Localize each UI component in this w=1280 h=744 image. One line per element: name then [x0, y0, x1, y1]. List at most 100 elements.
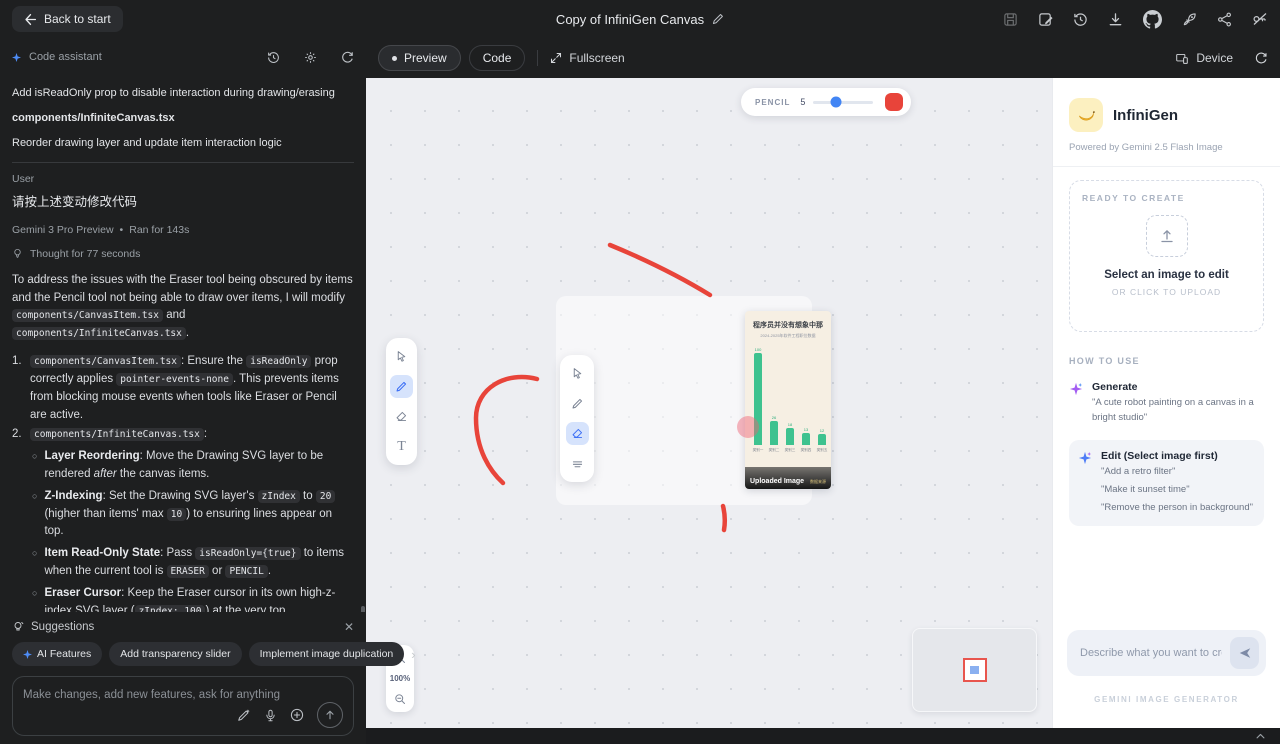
- back-label: Back to start: [44, 12, 111, 26]
- howto-generate: Generate "A cute robot painting on a can…: [1069, 381, 1264, 425]
- code-assistant-panel: Code assistant Add isReadOnly prop to di…: [0, 38, 416, 744]
- upload-button[interactable]: [1145, 215, 1188, 257]
- add-icon[interactable]: [290, 708, 304, 722]
- assistant-conversation: Add isReadOnly prop to disable interacti…: [0, 76, 366, 612]
- download-icon[interactable]: [1108, 12, 1123, 27]
- sub-list-item: Eraser Cursor: Keep the Eraser cursor in…: [32, 585, 354, 612]
- sparkle-icon: [1078, 452, 1092, 465]
- tab-preview[interactable]: Preview: [378, 45, 461, 71]
- assistant-input-actions: [237, 702, 343, 728]
- chip-image-duplication[interactable]: Implement image duplication: [248, 642, 405, 666]
- ready-label: READY TO CREATE: [1082, 193, 1185, 203]
- text-tool[interactable]: T: [390, 435, 413, 458]
- app-title: Copy of InfiniGen Canvas: [556, 0, 724, 38]
- close-suggestions-icon[interactable]: ✕: [344, 620, 354, 634]
- layers-tool[interactable]: [566, 452, 589, 475]
- expand-console-icon[interactable]: [1255, 731, 1266, 742]
- chip-ai-features[interactable]: AI Features: [12, 642, 103, 666]
- assistant-title: Code assistant: [29, 51, 102, 63]
- assistant-intro: To address the issues with the Eraser to…: [12, 273, 353, 341]
- mini-chart-bars: 100类别一26类别二18类别三13类别四12类别五5类别六: [745, 345, 831, 453]
- slider-thumb[interactable]: [830, 96, 842, 108]
- arrow-up-icon: [326, 710, 334, 720]
- edit-title-icon[interactable]: [712, 13, 724, 25]
- deploy-rocket-icon[interactable]: [1182, 12, 1197, 27]
- image-chart-subtitle: 2024-2025年软件工程职位数据: [760, 333, 816, 338]
- image-chart-title: 程序员并没有想象中那: [753, 322, 823, 329]
- minimap-viewport[interactable]: [962, 658, 987, 682]
- pencil-tool[interactable]: [566, 392, 589, 415]
- share-icon[interactable]: [1217, 12, 1232, 27]
- sidebar-scrollbar[interactable]: [361, 606, 365, 612]
- pencil-stroke[interactable]: [473, 374, 540, 486]
- edit-example: "Make it sunset time": [1101, 484, 1190, 496]
- select-image-text: Select an image to edit: [1104, 269, 1229, 281]
- upload-icon: [1160, 230, 1173, 243]
- ready-to-create-dropzone[interactable]: READY TO CREATE Select an image to edit …: [1069, 180, 1264, 332]
- console-bar: [366, 728, 1280, 744]
- mini-bar-column: 100 类别一: [752, 347, 764, 452]
- summary-line: Reorder drawing layer and update item in…: [12, 136, 282, 149]
- pencil-size-slider[interactable]: [813, 96, 874, 108]
- prompt-input-bar: [1067, 630, 1266, 676]
- assistant-header: Code assistant: [0, 38, 366, 76]
- select-tool[interactable]: [566, 362, 589, 385]
- device-toggle[interactable]: Device: [1175, 51, 1233, 65]
- save-icon[interactable]: [1003, 12, 1018, 27]
- app-name: InfiniGen: [1113, 106, 1178, 124]
- mini-bar-column: 26 类别二: [768, 415, 780, 452]
- gemini-diamond-icon: [23, 649, 32, 659]
- edit-title: Edit (Select image first): [1101, 450, 1218, 463]
- tab-code[interactable]: Code: [468, 45, 526, 71]
- bulb-icon: [14, 249, 21, 259]
- prompt-input[interactable]: [1080, 647, 1222, 659]
- color-swatch[interactable]: [885, 93, 903, 111]
- select-tool[interactable]: [390, 345, 413, 368]
- github-icon[interactable]: [1143, 9, 1162, 29]
- edit-with-ai-icon[interactable]: [237, 708, 251, 722]
- assistant-history-icon[interactable]: [267, 51, 280, 64]
- back-to-start-button[interactable]: Back to start: [12, 6, 123, 32]
- divider: [12, 161, 354, 163]
- text-tool-icon: T: [397, 438, 406, 454]
- generate-title: Generate: [1092, 381, 1138, 393]
- suggestion-chips: AI Features Add transparency slider Impl…: [12, 642, 416, 666]
- sub-list-item: Layer Reordering: Move the Drawing SVG l…: [32, 448, 354, 484]
- top-bar: Back to start Copy of InfiniGen Canvas: [0, 0, 1280, 38]
- minimap[interactable]: [912, 628, 1037, 712]
- uploaded-image-item[interactable]: 程序员并没有想象中那 2024-2025年软件工程职位数据 100 类别一 26 类别…: [745, 311, 831, 489]
- thought-row[interactable]: Thought for 77 seconds: [12, 248, 354, 260]
- list-item: 2. components/InfiniteCanvas.tsx:: [12, 428, 208, 442]
- api-key-disabled-icon[interactable]: [1252, 11, 1268, 27]
- tool-palette-secondary: [560, 355, 594, 482]
- mic-icon[interactable]: [264, 709, 277, 722]
- suggestions-header: Suggestions ✕: [12, 620, 354, 634]
- zoom-out-button[interactable]: [394, 693, 406, 705]
- history-icon[interactable]: [1073, 12, 1088, 27]
- pencil-size-value: 5: [800, 97, 806, 107]
- assistant-input-card: [12, 676, 354, 736]
- generate-send-button[interactable]: [1230, 637, 1259, 669]
- assistant-settings-icon[interactable]: [304, 51, 317, 64]
- tool-palette: T: [386, 338, 417, 465]
- pencil-stroke[interactable]: [607, 242, 713, 298]
- sparkle-icon: [1069, 382, 1083, 396]
- infinite-canvas[interactable]: 程序员并没有想象中那 2024-2025年软件工程职位数据 100 类别一 26 类别…: [366, 78, 1052, 728]
- edit-example: "Add a retro filter": [1101, 466, 1176, 478]
- send-button[interactable]: [317, 702, 343, 728]
- assistant-input[interactable]: [23, 689, 343, 701]
- image-footer: Uploaded Image 数据来源: [745, 467, 831, 489]
- reload-preview-icon[interactable]: [1255, 52, 1268, 65]
- chip-transparency-slider[interactable]: Add transparency slider: [109, 642, 242, 666]
- pencil-stroke[interactable]: [720, 503, 728, 533]
- assistant-refresh-icon[interactable]: [341, 51, 354, 64]
- eraser-icon: [572, 428, 582, 439]
- save-copy-icon[interactable]: [1038, 12, 1053, 27]
- eraser-tool[interactable]: [390, 405, 413, 428]
- fullscreen-button[interactable]: Fullscreen: [550, 51, 625, 65]
- app-footer: GEMINI IMAGE GENERATOR: [1094, 695, 1239, 704]
- eraser-tool[interactable]: [565, 422, 589, 445]
- sub-list-item: Z-Indexing: Set the Drawing SVG layer's …: [32, 488, 354, 541]
- pencil-tool[interactable]: [390, 375, 413, 398]
- chips-scroll-right-icon[interactable]: ›: [411, 647, 415, 662]
